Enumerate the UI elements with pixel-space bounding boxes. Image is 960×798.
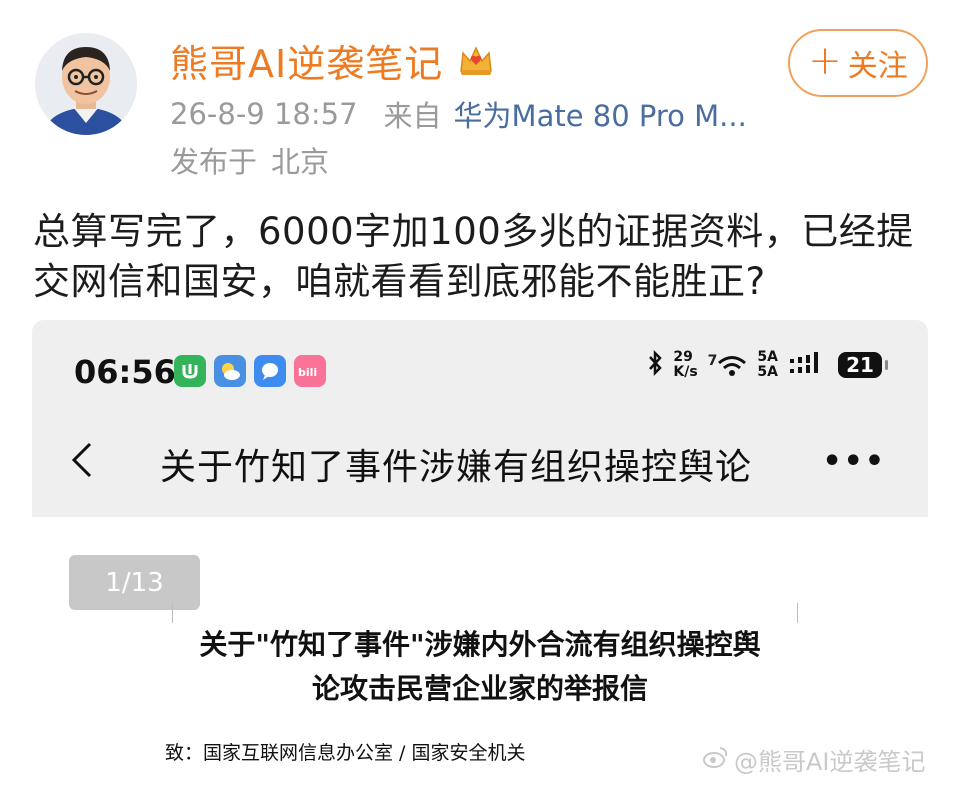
battery-indicator: 21 xyxy=(838,352,888,378)
embedded-screenshot-header[interactable]: 06:56 bili 29 K/s 7 5A 5A 21 关于竹知了事件涉嫌有组… xyxy=(32,320,928,517)
cellular-signal-icon xyxy=(788,350,828,380)
status-app-icons: bili xyxy=(174,355,326,387)
wifi-indicator: 7 xyxy=(708,353,748,377)
document-heading-line-1: 关于"竹知了事件"涉嫌内外合流有组织操控舆 xyxy=(199,628,761,661)
document-nav-bar: 关于竹知了事件涉嫌有组织操控舆论 ••• xyxy=(32,430,928,490)
signal-label-2: 5A xyxy=(757,364,778,380)
svg-text:bili: bili xyxy=(298,366,317,379)
weibo-logo-icon xyxy=(702,745,730,775)
back-arrow-icon[interactable] xyxy=(68,440,98,480)
username-row: 熊哥AI逆袭笔记 xyxy=(170,36,495,86)
weather-icon xyxy=(214,355,246,387)
network-speed-value: 29 xyxy=(673,349,693,365)
app-green-icon xyxy=(174,355,206,387)
document-title: 关于竹知了事件涉嫌有组织操控舆论 xyxy=(160,447,753,484)
more-options-icon[interactable]: ••• xyxy=(822,444,886,479)
chat-bubble-icon xyxy=(254,355,286,387)
avatar[interactable] xyxy=(35,33,137,135)
crown-vip-icon[interactable] xyxy=(457,41,495,79)
document-heading-line-2: 论攻击民营企业家的举报信 xyxy=(311,672,648,705)
post-meta: 26-8-9 18:57 来自 华为Mate 80 Pro M... xyxy=(170,94,747,134)
follow-label: 关注 xyxy=(847,49,908,84)
signal-label-1: 5A xyxy=(757,349,778,365)
watermark-text: @熊哥AI逆袭笔记 xyxy=(734,748,926,776)
location-city: 北京 xyxy=(271,145,330,179)
status-bar-right: 29 K/s 7 5A 5A 21 xyxy=(647,349,888,380)
post-body-text: 总算写完了，6000字加100多兆的证据资料，已经提交网信和国安，咱就看看到底邪… xyxy=(33,210,914,303)
document-recipient: 致：国家互联网信息办公室 / 国家安全机关 xyxy=(165,742,526,764)
bluetooth-icon xyxy=(647,349,663,380)
network-speed: 29 K/s xyxy=(673,350,697,380)
status-bar-time: 06:56 xyxy=(74,353,176,391)
watermark: @熊哥AI逆袭笔记 xyxy=(702,742,926,777)
page-corner-mark-left xyxy=(172,603,173,623)
wifi-label: 7 xyxy=(707,353,718,369)
wifi-icon xyxy=(718,356,747,376)
follow-button[interactable]: + 关注 xyxy=(788,29,928,97)
avatar-image xyxy=(35,33,137,135)
plus-icon: + xyxy=(808,38,842,84)
post-timestamp: 26-8-9 18:57 xyxy=(170,97,358,131)
post-location: 发布于 北京 xyxy=(170,140,329,180)
network-speed-unit: K/s xyxy=(673,364,698,380)
document-heading: 关于"竹知了事件"涉嫌内外合流有组织操控舆 论攻击民营企业家的举报信 xyxy=(140,623,820,711)
device-link[interactable]: 华为Mate 80 Pro M... xyxy=(454,93,747,135)
username[interactable]: 熊哥AI逆袭笔记 xyxy=(170,33,443,88)
source-prefix: 来自 xyxy=(383,99,442,133)
page-corner-mark-right xyxy=(797,603,798,623)
signal-labels: 5A 5A xyxy=(757,350,778,380)
page-indicator: 1/13 xyxy=(69,555,200,610)
location-prefix: 发布于 xyxy=(170,145,258,179)
bilibili-icon: bili xyxy=(294,355,326,387)
